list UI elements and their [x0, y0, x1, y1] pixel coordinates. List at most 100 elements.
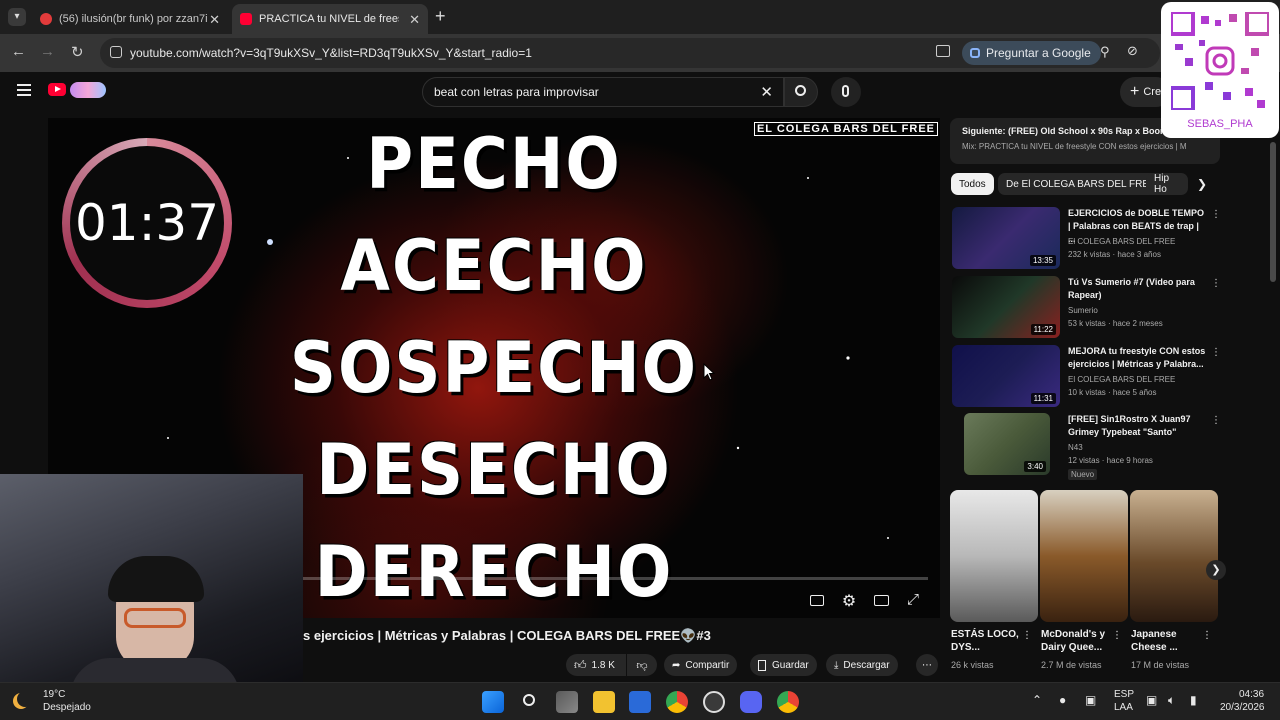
shorts-next-chevron-icon[interactable]: ❯	[1206, 560, 1226, 580]
share-button[interactable]: ➦ Compartir	[664, 654, 738, 676]
tab-close-icon[interactable]: ✕	[409, 12, 420, 28]
chrome-icon[interactable]	[666, 691, 688, 713]
chips-next-chevron-icon[interactable]: ❯	[1197, 177, 1207, 191]
tray-mic-icon[interactable]: ●	[1059, 693, 1066, 707]
eye-off-icon[interactable]: ⊘	[1127, 43, 1138, 59]
like-count: 1.8 K	[591, 659, 615, 671]
weather-moon-icon[interactable]	[17, 691, 33, 707]
related-video-title: Tú Vs Sumerio #7 (Video para Rapear)	[1068, 277, 1195, 300]
settings-gear-icon[interactable]: ⚙	[839, 591, 859, 611]
subtitles-icon[interactable]	[807, 591, 827, 611]
discord-icon[interactable]	[740, 691, 762, 713]
fullscreen-icon[interactable]: ⤢	[903, 591, 923, 611]
clock-date[interactable]: 20/3/2026	[1220, 702, 1265, 713]
zoom-search-icon[interactable]: ⚲	[1100, 44, 1110, 60]
language-top[interactable]: ESP	[1114, 689, 1134, 700]
browser-tab-bar: ▾ (56) ilusión(br funk) por zzan7i ✕ PRA…	[0, 0, 1280, 34]
chip-todos[interactable]: Todos	[951, 173, 994, 195]
youtube-logo-icon[interactable]	[48, 83, 66, 96]
chrome-active-icon[interactable]	[777, 691, 799, 713]
voice-search-button[interactable]	[831, 77, 861, 107]
channel-name: El COLEGA BARS DEL FREE	[1068, 237, 1176, 246]
windows-taskbar: 19°C Despejado ⌃ ● ▣ ESP LAA ▣ 🔈︎ ▮ 04:3…	[0, 682, 1280, 720]
channel-name: Sumerio	[1068, 306, 1098, 315]
tab-list-dropdown-icon[interactable]: ▾	[8, 8, 26, 26]
item-menu-icon[interactable]: ⋮	[1211, 347, 1221, 358]
reload-icon[interactable]: ↻	[71, 43, 84, 61]
site-info-icon[interactable]	[110, 46, 122, 58]
bookmark-icon	[758, 659, 766, 671]
browser-toolbar: ← → ↻ youtube.com/watch?v=3qT9ukXSv_Y&li…	[0, 34, 1280, 72]
duration-badge: 11:22	[1030, 324, 1056, 335]
scrollbar-thumb[interactable]	[1270, 142, 1276, 282]
search-button[interactable]	[784, 77, 818, 107]
microphone-icon	[842, 85, 849, 97]
search-input[interactable]: beat con letras para improvisar ✕	[422, 77, 784, 107]
view-meta: 12 vistas · hace 9 horas	[1068, 456, 1153, 465]
like-button[interactable]: 👍︎ 1.8 K	[566, 654, 626, 676]
plus-icon: +	[1130, 83, 1140, 100]
page-scrollbar[interactable]	[1269, 112, 1277, 682]
tray-chevron-icon[interactable]: ⌃	[1032, 693, 1042, 707]
short-menu-icon[interactable]: ⋮	[1112, 630, 1122, 641]
rhyme-word: ACECHO	[340, 226, 648, 308]
lens-icon	[970, 48, 980, 58]
item-menu-icon[interactable]: ⋮	[1211, 209, 1221, 220]
share-arrow-icon: ➦	[672, 659, 681, 671]
tab-title: PRACTICA tu NIVEL de freestyle	[259, 13, 399, 25]
task-view-icon[interactable]	[556, 691, 578, 713]
short-views: 17 M de vistas	[1131, 660, 1190, 670]
tab-close-icon[interactable]: ✕	[209, 12, 220, 28]
chip-channel[interactable]: De El COLEGA BARS DEL FREE	[998, 173, 1164, 195]
volume-icon[interactable]: 🔈︎	[1168, 693, 1175, 708]
related-video-item[interactable]: 13:35 EJERCICIOS de DOBLE TEMPO | Palabr…	[952, 207, 1222, 271]
chip-hip-hop[interactable]: Hip Ho	[1146, 173, 1188, 195]
file-explorer-icon[interactable]	[593, 691, 615, 713]
channel-name: N43	[1068, 443, 1083, 452]
download-button[interactable]: ⤓ Descargar	[826, 654, 898, 676]
new-badge: Nuevo	[1068, 469, 1098, 480]
forward-arrow-icon[interactable]: →	[40, 43, 55, 60]
short-menu-icon[interactable]: ⋮	[1022, 630, 1032, 641]
battery-icon[interactable]: ▮	[1190, 693, 1197, 707]
menu-hamburger-icon[interactable]	[17, 84, 31, 96]
microsoft-store-icon[interactable]	[629, 691, 651, 713]
windows-start-icon[interactable]	[482, 691, 504, 713]
browser-tab[interactable]: (56) ilusión(br funk) por zzan7i ✕	[32, 4, 228, 34]
more-actions-button[interactable]: ⋯	[916, 654, 938, 676]
clock-time[interactable]: 04:36	[1239, 689, 1264, 700]
obs-icon[interactable]	[703, 691, 725, 713]
search-icon	[795, 85, 806, 96]
short-thumbnail[interactable]	[1130, 490, 1218, 622]
new-tab-button[interactable]: +	[435, 6, 446, 27]
share-label: Compartir	[685, 659, 730, 671]
related-video-item[interactable]: 3:40 [FREE] Sin1Rostro X Juan97 Grimey T…	[952, 413, 1222, 480]
back-arrow-icon[interactable]: ←	[11, 43, 26, 60]
related-video-item[interactable]: 11:31 MEJORA tu freestyle CON estos ejer…	[952, 345, 1222, 409]
language-bottom[interactable]: LAA	[1114, 702, 1133, 713]
dislike-button[interactable]: 👎︎	[627, 654, 657, 676]
tray-app-icon[interactable]: ▣	[1085, 693, 1096, 707]
video-thumbnail: 11:22	[952, 276, 1060, 338]
taskbar-search-icon[interactable]	[520, 691, 542, 713]
ask-google-button[interactable]: Preguntar a Google	[962, 41, 1101, 65]
theater-mode-icon[interactable]	[871, 591, 891, 611]
browser-tab-active[interactable]: PRACTICA tu NIVEL de freestyle ✕	[232, 4, 428, 34]
video-title: s ejercicios | Métricas y Palabras | COL…	[303, 628, 711, 643]
up-next-title: Siguiente: (FREE) Old School x 90s Rap x…	[962, 126, 1169, 136]
related-video-item[interactable]: 11:22 Tú Vs Sumerio #7 (Video para Rapea…	[952, 276, 1222, 340]
view-meta: 10 k vistas · hace 5 años	[1068, 388, 1157, 397]
url-text: youtube.com/watch?v=3qT9ukXSv_Y&list=RD3…	[130, 46, 532, 60]
item-menu-icon[interactable]: ⋮	[1211, 278, 1221, 289]
short-menu-icon[interactable]: ⋮	[1202, 630, 1212, 641]
short-thumbnail[interactable]	[950, 490, 1038, 622]
up-next-subtitle: Mix: PRACTICA tu NIVEL de freestyle CON …	[962, 142, 1187, 151]
short-thumbnail[interactable]	[1040, 490, 1128, 622]
youtube-favicon-icon	[240, 13, 252, 25]
webcam-overlay	[0, 474, 303, 690]
item-menu-icon[interactable]: ⋮	[1211, 415, 1221, 426]
network-icon[interactable]: ▣	[1146, 693, 1157, 707]
clear-search-icon[interactable]: ✕	[760, 83, 773, 101]
save-button[interactable]: Guardar	[750, 654, 817, 676]
cast-icon[interactable]	[936, 45, 950, 57]
